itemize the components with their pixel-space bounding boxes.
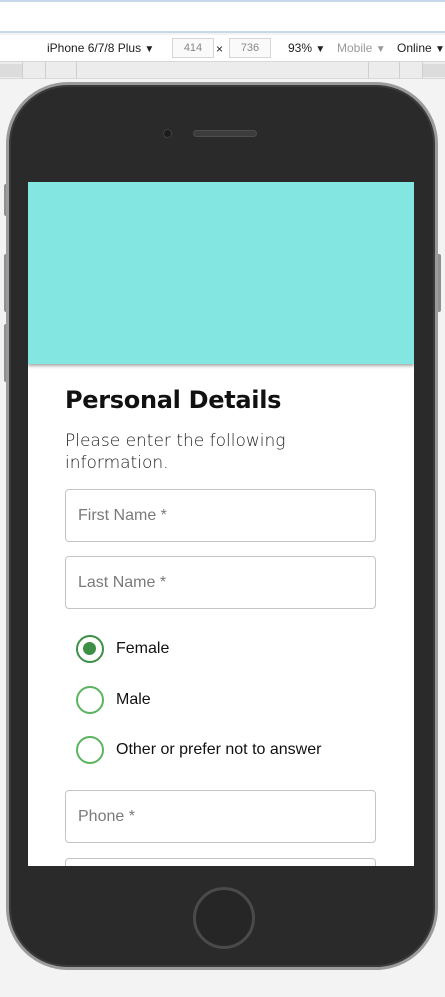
ruler-segment [0,64,22,77]
camera-icon [163,129,172,138]
mode-select[interactable]: Mobile ▼ [337,41,386,55]
chevron-down-icon: ▼ [375,44,386,55]
next-field[interactable] [65,858,376,866]
times-icon: × [216,42,224,56]
ruler-tick [76,62,77,79]
mode-label: Mobile [337,41,373,55]
viewport-height-input[interactable]: 736 [229,38,271,58]
ruler-segment [423,64,445,77]
phone-screen: Personal Details Please enter the follow… [28,182,414,866]
device-select-label: iPhone 6/7/8 Plus [47,41,142,55]
first-name-field[interactable] [65,489,376,542]
phone-field[interactable] [65,790,376,843]
viewport-height-value: 736 [240,42,260,54]
browser-top-bar [0,0,445,33]
ruler-tick [368,62,369,79]
chevron-down-icon: ▼ [144,44,155,55]
phone-input[interactable] [78,791,364,842]
zoom-select[interactable]: 93% ▼ [288,41,325,55]
page-subtitle: Please enter the following information. [65,431,286,473]
ruler-tick [399,62,400,79]
radio-other[interactable]: Other or prefer not to answer [76,736,321,764]
radio-unchecked-icon[interactable] [76,686,104,714]
last-name-field[interactable] [65,556,376,609]
radio-label: Male [116,691,151,708]
chevron-down-icon: ▼ [435,44,445,55]
viewport-width-input[interactable]: 414 [172,38,214,58]
radio-checked-icon[interactable] [76,635,104,663]
ruler-tick [22,62,23,79]
chevron-down-icon: ▼ [315,44,326,55]
radio-dot [83,642,96,655]
media-query-ruler [0,62,445,79]
ruler-tick [45,62,46,79]
radio-unchecked-icon[interactable] [76,736,104,764]
device-toolbar: iPhone 6/7/8 Plus ▼ 414 × 736 93% ▼ Mobi… [0,35,445,62]
radio-label: Female [116,640,170,657]
first-name-input[interactable] [78,490,364,541]
home-button[interactable] [193,887,255,949]
radio-female[interactable]: Female [76,635,169,663]
device-select[interactable]: iPhone 6/7/8 Plus ▼ [47,41,154,55]
speaker-grille [193,130,257,137]
network-label: Online [397,41,432,55]
viewport-width-value: 414 [183,42,203,54]
hero-banner [28,182,414,364]
radio-male[interactable]: Male [76,686,151,714]
network-select[interactable]: Online ▼ [397,41,445,55]
radio-label: Other or prefer not to answer [116,741,322,758]
page-title: Personal Details [65,386,282,414]
last-name-input[interactable] [78,557,364,608]
zoom-label: 93% [288,41,313,55]
